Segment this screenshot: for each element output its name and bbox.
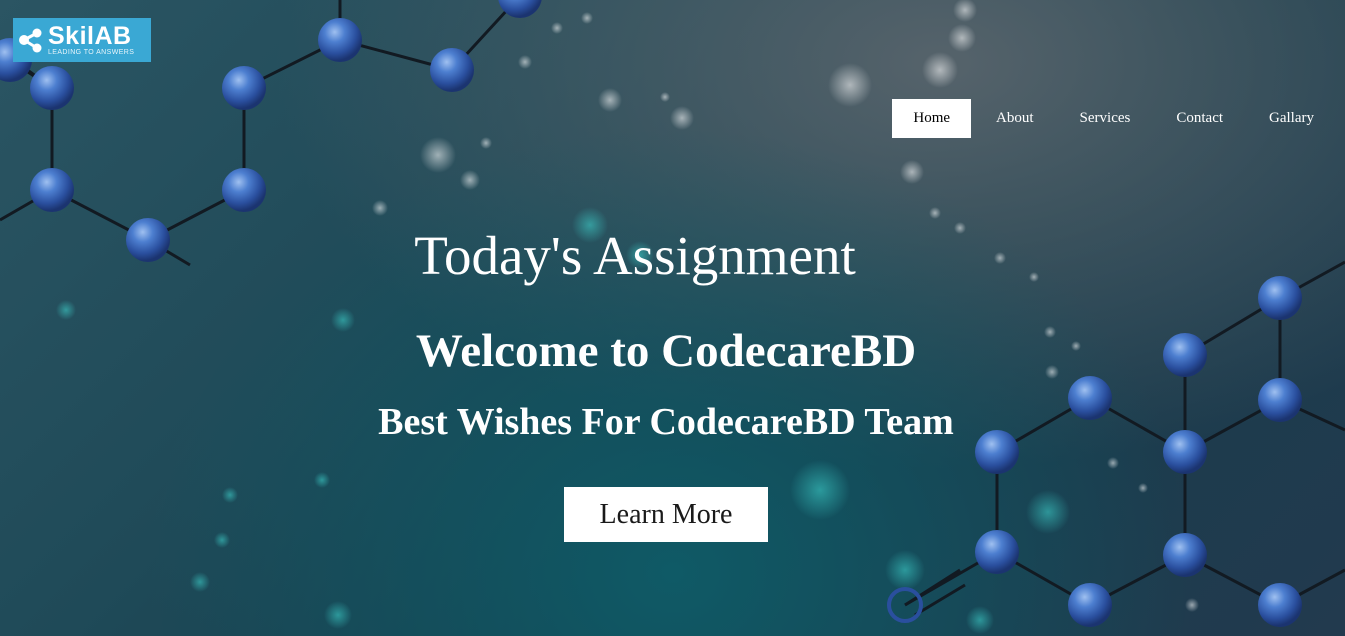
site-logo[interactable]: SkilAB LEADING TO ANSWERS [13, 18, 151, 62]
molecule-atom [30, 66, 74, 110]
molecule-atom [430, 48, 474, 92]
hero-title: Today's Assignment [414, 225, 856, 286]
logo-name: SkilAB [48, 21, 132, 50]
light-particle [953, 0, 977, 22]
nav-services[interactable]: Services [1059, 99, 1152, 138]
main-nav: Home About Services Contact Gallary [888, 99, 1335, 138]
light-particle [222, 487, 238, 503]
molecule-atom [30, 168, 74, 212]
molecule-atom [498, 0, 542, 18]
light-particle [948, 24, 976, 52]
light-particle [660, 92, 670, 102]
light-particle [480, 137, 492, 149]
nav-home[interactable]: Home [892, 99, 972, 138]
light-particle [900, 160, 924, 184]
molecule-atom [222, 168, 266, 212]
hero-heading: Welcome to CodecareBD [415, 325, 917, 377]
light-particle [790, 460, 850, 520]
molecule-atom [222, 66, 266, 110]
light-particle [929, 207, 941, 219]
light-particle [1138, 483, 1148, 493]
molecule-atom [318, 18, 362, 62]
hero-subheading: Best Wishes For CodecareBD Team [378, 401, 954, 443]
light-particle [581, 12, 593, 24]
molecule-logo-icon [19, 28, 42, 53]
light-particle [598, 88, 622, 112]
nav-about[interactable]: About [975, 99, 1055, 138]
light-particle [1185, 598, 1199, 612]
light-particle [324, 601, 352, 629]
learn-more-button[interactable]: Learn More [564, 487, 768, 542]
nav-gallary[interactable]: Gallary [1248, 99, 1335, 138]
light-particle [885, 550, 925, 590]
light-particle [670, 106, 694, 130]
molecule-atom [975, 530, 1019, 574]
light-particle [1026, 490, 1070, 534]
molecule-atom [1163, 533, 1207, 577]
light-particle [190, 572, 210, 592]
molecule-bond [914, 583, 966, 617]
light-particle [56, 300, 76, 320]
light-particle [214, 532, 230, 548]
light-particle [372, 200, 388, 216]
molecule-atom [1068, 583, 1112, 627]
light-particle [518, 55, 532, 69]
light-particle [314, 472, 330, 488]
light-particle [460, 170, 480, 190]
light-particle [1107, 457, 1119, 469]
logo-tagline: LEADING TO ANSWERS [48, 48, 135, 56]
molecule-atom [1258, 583, 1302, 627]
nav-contact[interactable]: Contact [1155, 99, 1244, 138]
light-particle [828, 63, 872, 107]
light-particle [966, 606, 994, 634]
light-particle [551, 22, 563, 34]
light-particle [922, 52, 958, 88]
light-particle [420, 137, 456, 173]
